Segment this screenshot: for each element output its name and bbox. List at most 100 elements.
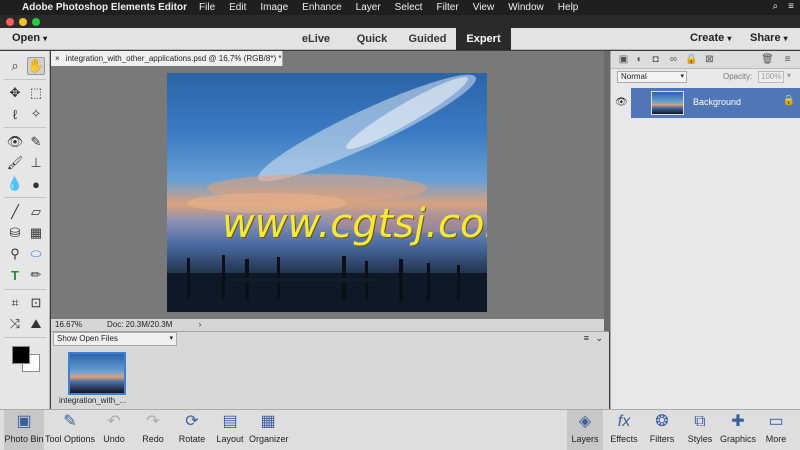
close-window-button[interactable] <box>6 18 14 26</box>
organizer-icon: ▦ <box>260 413 276 430</box>
tab-guided[interactable]: Guided <box>400 28 455 50</box>
sponge-tool-icon[interactable]: ● <box>27 175 45 193</box>
share-button[interactable]: Share ▾ <box>750 32 788 44</box>
organizer-label: Organizer <box>249 434 289 444</box>
eyedropper-tool-icon[interactable]: ⚲ <box>6 245 24 263</box>
minimize-window-button[interactable] <box>19 18 27 26</box>
menu-view[interactable]: View <box>473 2 495 13</box>
gradient-tool-icon[interactable]: ▦ <box>27 224 45 242</box>
collapse-bin-icon[interactable]: ⌄ <box>595 333 603 344</box>
smart-brush-tool-icon[interactable]: 🖌 <box>6 154 24 172</box>
eye-visibility-icon[interactable]: 👁 <box>615 97 628 108</box>
layer-mask-icon[interactable]: ◘ <box>649 53 662 66</box>
blend-mode-select[interactable]: Normal ▾ <box>617 71 687 83</box>
filters-button[interactable]: ❂ Filters <box>644 410 680 450</box>
styles-button[interactable]: ⧉ Styles <box>683 410 717 450</box>
photo-bin-button[interactable]: ▣ Photo Bin <box>4 410 44 450</box>
menu-edit[interactable]: Edit <box>229 2 246 13</box>
healing-brush-tool-icon[interactable]: ✎ <box>27 133 45 151</box>
create-button[interactable]: Create ▾ <box>690 32 731 44</box>
styles-label: Styles <box>687 434 713 444</box>
hand-tool-icon[interactable]: ✋ <box>27 57 45 75</box>
rotate-button[interactable]: ⟳ Rotate <box>176 410 208 450</box>
menu-help[interactable]: Help <box>558 2 579 13</box>
delete-layer-icon[interactable]: 🗑 <box>761 53 774 66</box>
adjustment-layer-icon[interactable]: ◐ <box>633 53 646 66</box>
zoom-readout[interactable]: 16.67% <box>55 319 82 331</box>
menu-window[interactable]: Window <box>508 2 544 13</box>
more-button[interactable]: ▭ More <box>760 410 792 450</box>
lock-transparent-icon[interactable]: ⊠ <box>703 53 716 66</box>
menu-select[interactable]: Select <box>395 2 423 13</box>
red-eye-tool-icon[interactable]: 👁 <box>6 133 24 151</box>
layout-icon: ▤ <box>222 413 238 430</box>
menu-file[interactable]: File <box>199 2 215 13</box>
zoom-tool-icon[interactable]: ⌕ <box>6 57 24 75</box>
chevron-down-icon[interactable]: ▾ <box>787 71 791 80</box>
toolbar-divider <box>4 127 46 128</box>
layer-row-background[interactable]: Background 🔒 <box>631 88 800 118</box>
opacity-field[interactable]: 100% <box>758 71 784 83</box>
effects-label: Effects <box>610 434 638 444</box>
effects-button[interactable]: fx Effects <box>606 410 642 450</box>
link-layers-icon[interactable]: ∞ <box>667 53 680 66</box>
content-aware-move-tool-icon[interactable]: ⤨ <box>6 315 24 333</box>
open-file-thumbnail[interactable] <box>68 352 126 395</box>
undo-button[interactable]: ↶ Undo <box>99 410 129 450</box>
layers-button[interactable]: ◈ Layers <box>567 410 603 450</box>
organizer-button[interactable]: ▦ Organizer <box>249 410 289 450</box>
list-icon[interactable]: ≡ <box>788 1 794 12</box>
clone-stamp-tool-icon[interactable]: ⊥ <box>27 154 45 172</box>
paint-bucket-tool-icon[interactable]: ⛁ <box>6 224 24 242</box>
tab-expert[interactable]: Expert <box>456 28 511 50</box>
macos-menu-bar: Adobe Photoshop Elements Editor File Edi… <box>0 0 800 15</box>
pencil-tool-icon[interactable]: ✏ <box>27 266 45 284</box>
eraser-tool-icon[interactable]: ▱ <box>27 203 45 221</box>
effects-icon: fx <box>617 413 631 430</box>
menu-filter[interactable]: Filter <box>436 2 458 13</box>
tool-options-label: Tool Options <box>44 434 96 444</box>
redo-icon: ↷ <box>146 413 160 430</box>
close-tab-icon[interactable]: × <box>55 54 60 63</box>
tool-options-button[interactable]: ✎ Tool Options <box>44 410 96 450</box>
shape-tool-icon[interactable]: ⬭ <box>27 245 45 263</box>
panel-menu-icon[interactable]: ≡ <box>781 53 794 66</box>
brush-tool-icon[interactable]: ╱ <box>6 203 24 221</box>
tab-elive[interactable]: eLive <box>290 28 342 50</box>
type-tool-icon[interactable]: T <box>6 266 24 284</box>
show-open-files-select[interactable]: Show Open Files ▾ <box>53 332 177 346</box>
zoom-window-button[interactable] <box>32 18 40 26</box>
menu-enhance[interactable]: Enhance <box>302 2 341 13</box>
rotate-label: Rotate <box>178 434 206 444</box>
menu-layer[interactable]: Layer <box>356 2 381 13</box>
mode-bar: Open ▾ eLive Quick Guided Expert Create ▾… <box>0 28 800 50</box>
document-tab[interactable]: × integration_with_other_applications.psd… <box>51 51 283 66</box>
open-label: Open <box>12 32 41 44</box>
recompose-tool-icon[interactable]: ⊡ <box>27 294 45 312</box>
lock-all-icon[interactable]: 🔒 <box>685 53 698 66</box>
move-tool-icon[interactable]: ✥ <box>6 84 24 102</box>
crop-tool-icon[interactable]: ⌗ <box>6 294 24 312</box>
spotlight-icon[interactable]: ⌕ <box>773 1 779 12</box>
straighten-tool-icon[interactable]: ⛰ <box>27 315 45 333</box>
new-layer-icon[interactable]: ▣ <box>617 53 630 66</box>
canvas-image[interactable]: www.cgtsj.com <box>167 73 487 312</box>
document-status-bar: 16.67% Doc: 20.3M/20.3M › <box>51 319 609 331</box>
blur-tool-icon[interactable]: 💧 <box>6 175 24 193</box>
magic-wand-tool-icon[interactable]: ✧ <box>27 105 45 123</box>
layer-lock-icon[interactable]: 🔒 <box>783 95 795 106</box>
graphics-button[interactable]: ✚ Graphics <box>720 410 756 450</box>
marquee-tool-icon[interactable]: ⬚ <box>27 84 45 102</box>
chevron-right-icon[interactable]: › <box>195 319 205 331</box>
layout-button[interactable]: ▤ Layout <box>214 410 246 450</box>
blend-mode-value: Normal <box>621 72 647 81</box>
share-label: Share <box>750 32 781 44</box>
open-button[interactable]: Open ▾ <box>12 32 47 44</box>
foreground-color-swatch[interactable] <box>12 346 30 364</box>
app-name-menu[interactable]: Adobe Photoshop Elements Editor <box>22 2 187 13</box>
redo-button[interactable]: ↷ Redo <box>138 410 168 450</box>
lasso-tool-icon[interactable]: ℓ <box>6 105 24 123</box>
menu-image[interactable]: Image <box>260 2 288 13</box>
tab-quick[interactable]: Quick <box>346 28 398 50</box>
bin-menu-icon[interactable]: ≡ <box>584 333 589 343</box>
